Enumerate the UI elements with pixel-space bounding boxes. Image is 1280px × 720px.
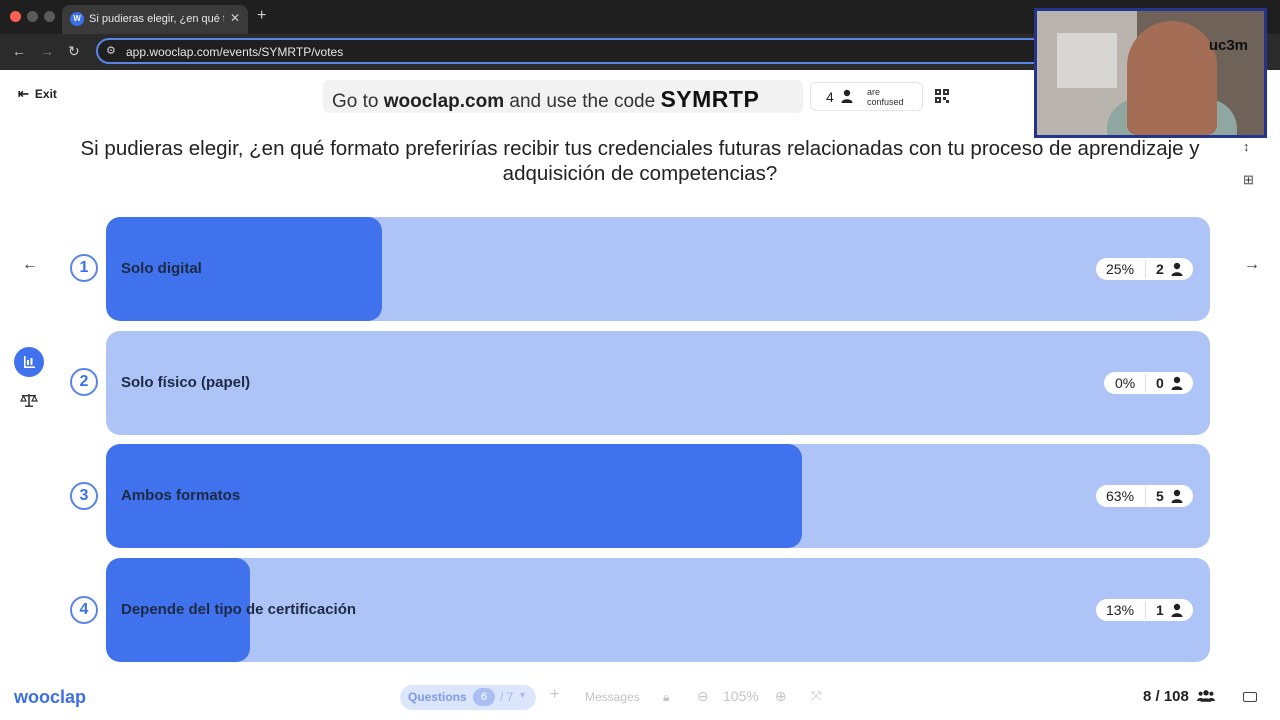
keyboard-icon[interactable] xyxy=(1243,692,1257,702)
answer-percent: 63% xyxy=(1106,488,1135,504)
stat-divider xyxy=(1145,487,1146,505)
banner-site: wooclap.com xyxy=(383,91,505,112)
questions-selector[interactable]: Questions 6 / 7 ▾ xyxy=(400,685,536,710)
forward-icon[interactable]: → xyxy=(40,43,54,59)
zoom-level: 105% xyxy=(723,688,759,704)
confused-count: 4 xyxy=(826,89,834,105)
qr-icon[interactable] xyxy=(935,89,949,103)
wooclap-logo: wooclap xyxy=(14,687,87,707)
reload-icon[interactable]: ↻ xyxy=(68,43,80,60)
results-chart-button[interactable] xyxy=(14,347,44,377)
answer-percent: 13% xyxy=(1106,602,1135,618)
confused-label-line2: confused xyxy=(867,97,904,107)
join-instructions: Go to wooclap.com and use the code SYMRT… xyxy=(332,86,759,113)
banner-prefix: Go to xyxy=(332,91,384,112)
confused-label-line1: are xyxy=(867,87,881,97)
lock-icon[interactable]: 🔒︎ xyxy=(663,690,669,705)
user-icon xyxy=(1171,376,1183,390)
answer-count: 0 xyxy=(1156,375,1164,391)
join-banner: Go to wooclap.com and use the code SYMRT… xyxy=(323,80,803,113)
answer-row[interactable]: Solo digital 25% 2 xyxy=(106,217,1210,321)
answer-stats: 25% 2 xyxy=(1096,258,1193,280)
user-icon xyxy=(1171,489,1183,503)
exit-button[interactable]: ⇤ Exit xyxy=(18,86,57,108)
url-text: app.wooclap.com/events/SYMRTP/votes xyxy=(126,45,344,59)
site-settings-icon[interactable]: ⚙ xyxy=(106,44,116,57)
answer-stats: 13% 1 xyxy=(1096,599,1193,621)
answer-number: 4 xyxy=(70,596,98,624)
banner-middle: and use the code xyxy=(504,91,661,112)
new-tab-icon[interactable]: + xyxy=(257,7,266,25)
answer-percent: 25% xyxy=(1106,261,1135,277)
answer-count: 5 xyxy=(1156,488,1164,504)
webcam-overlay: uc3m xyxy=(1034,8,1267,138)
event-code: SYMRTP xyxy=(660,86,760,112)
address-bar[interactable]: ⚙ app.wooclap.com/events/SYMRTP/votes xyxy=(96,38,1046,64)
answer-label: Solo digital xyxy=(121,260,202,277)
grid-icon[interactable]: ⊞ xyxy=(1243,172,1254,188)
answer-row[interactable]: Ambos formatos 63% 5 xyxy=(106,444,1210,548)
confused-label: are confused xyxy=(867,87,904,107)
webcam-person xyxy=(1127,21,1217,135)
answer-stats: 63% 5 xyxy=(1096,485,1193,507)
tab-close-icon[interactable]: ✕ xyxy=(230,11,240,25)
stat-divider xyxy=(1145,601,1146,619)
arrow-right-icon[interactable]: → xyxy=(1244,256,1260,274)
maximize-window-dot[interactable] xyxy=(44,11,55,22)
answer-number: 2 xyxy=(70,368,98,396)
browser-tab[interactable]: W Si pudieras elegir, ¿en qué fo ✕ xyxy=(62,5,248,34)
questions-total: / 7 xyxy=(500,690,514,704)
answer-percent: 0% xyxy=(1115,375,1136,391)
stat-divider xyxy=(1145,374,1146,392)
zoom-out-icon[interactable]: ⊖ xyxy=(697,688,709,705)
answer-label: Ambos formatos xyxy=(121,487,241,504)
participants-text: 8 / 108 xyxy=(1143,688,1189,705)
questions-current: 6 xyxy=(473,688,495,706)
wooclap-favicon-icon: W xyxy=(70,12,84,26)
user-icon xyxy=(841,89,853,103)
chevron-down-icon: ▾ xyxy=(520,690,526,701)
answer-number: 3 xyxy=(70,482,98,510)
questions-label: Questions xyxy=(408,690,467,704)
close-window-dot[interactable] xyxy=(10,11,21,22)
correct-answers-button[interactable] xyxy=(14,385,44,415)
tab-title: Si pudieras elegir, ¿en qué fo xyxy=(89,13,224,25)
fullscreen-icon[interactable]: ⤧ xyxy=(811,688,821,704)
participants-count: 8 / 108 xyxy=(1143,688,1216,705)
exit-label: Exit xyxy=(34,87,57,101)
stat-divider xyxy=(1145,260,1146,278)
answer-label: Depende del tipo de certificación xyxy=(121,601,357,618)
plus-icon[interactable]: + xyxy=(550,686,559,704)
balance-icon xyxy=(20,394,38,407)
answer-row[interactable]: Depende del tipo de certificación 13% 1 xyxy=(106,558,1210,662)
messages-button[interactable]: Messages xyxy=(585,690,640,704)
confused-counter[interactable]: 4 are confused xyxy=(810,82,923,111)
answer-row[interactable]: Solo físico (papel) 0% 0 xyxy=(106,331,1210,435)
back-icon[interactable]: ← xyxy=(12,43,26,59)
answer-stats: 0% 0 xyxy=(1104,372,1193,394)
answer-label: Solo físico (papel) xyxy=(121,374,251,391)
webcam-sign xyxy=(1057,33,1117,88)
exit-icon: ⇤ xyxy=(18,86,29,101)
footer-bar: wooclap Questions 6 / 7 ▾ + Messages 🔒︎ … xyxy=(0,676,1280,720)
arrow-left-icon[interactable]: ← xyxy=(22,256,38,274)
chart-icon xyxy=(24,356,35,368)
user-icon xyxy=(1171,262,1183,276)
answer-number: 1 xyxy=(70,254,98,282)
participants-icon xyxy=(1197,690,1216,702)
expand-icon[interactable]: ↕ xyxy=(1243,139,1250,154)
user-icon xyxy=(1171,603,1183,617)
question-text: Si pudieras elegir, ¿en qué formato pref… xyxy=(80,137,1200,185)
answer-count: 1 xyxy=(1156,602,1164,618)
zoom-in-icon[interactable]: ⊕ xyxy=(775,688,787,705)
minimize-window-dot[interactable] xyxy=(27,11,38,22)
webcam-logo: uc3m xyxy=(1208,37,1248,54)
answer-count: 2 xyxy=(1156,261,1164,277)
